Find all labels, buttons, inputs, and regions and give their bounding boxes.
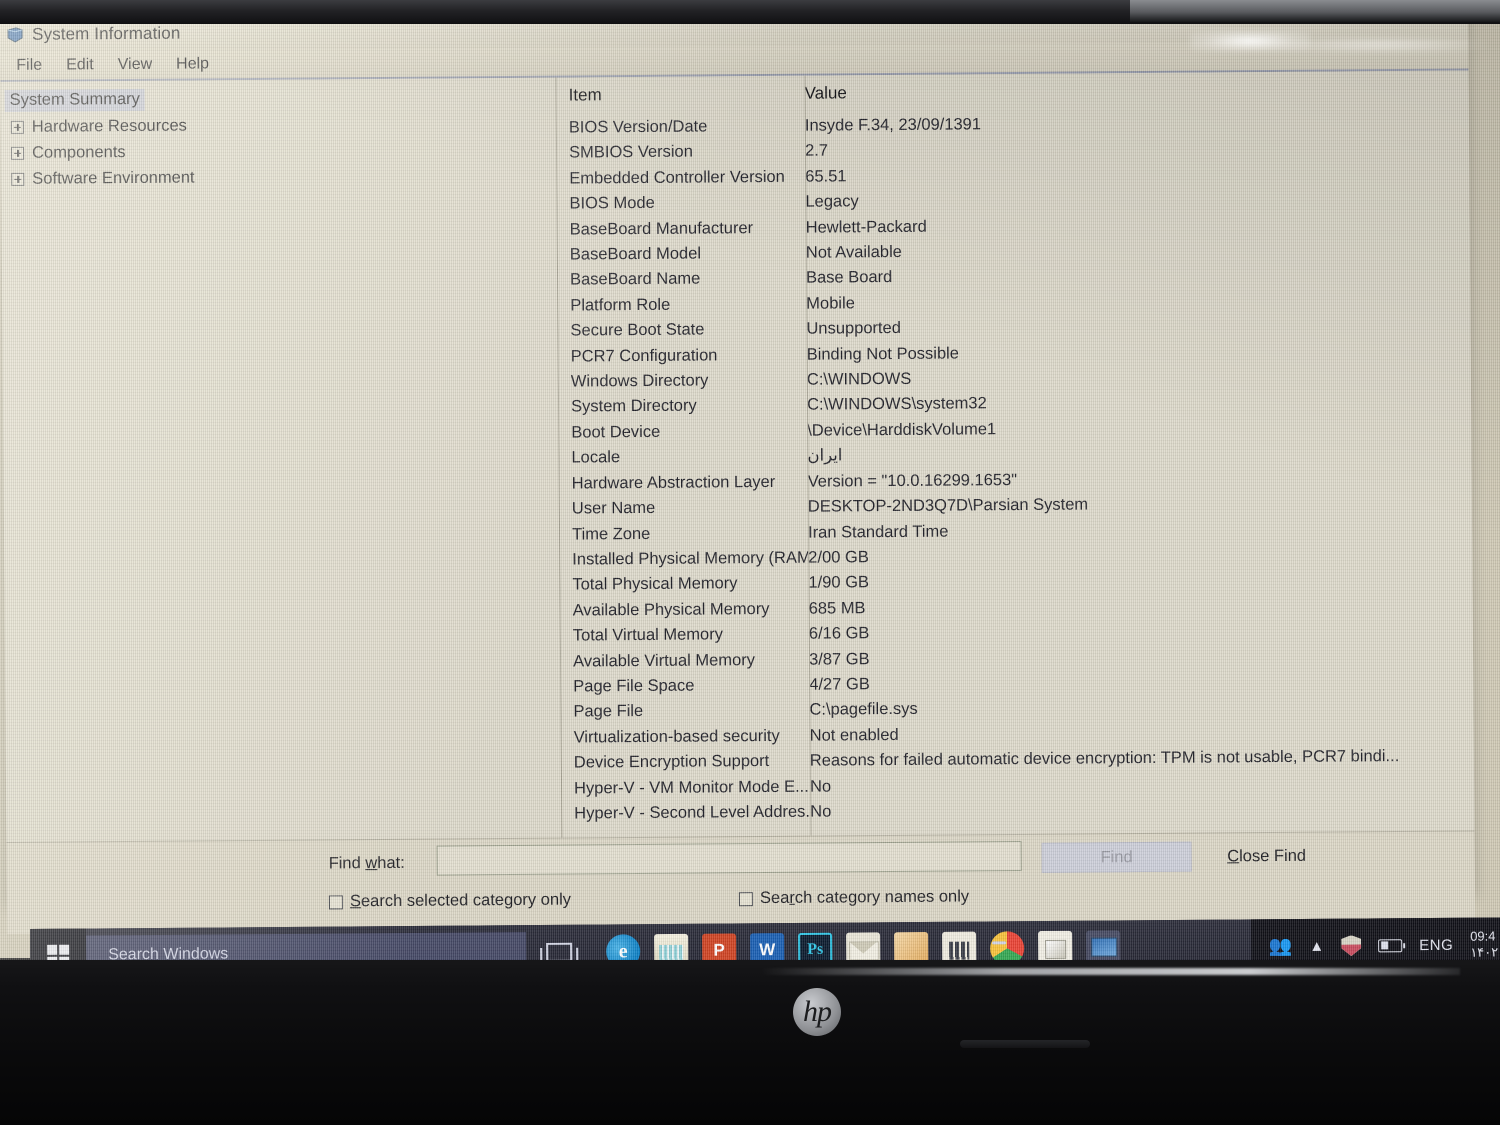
detail-grid[interactable]: Item Value BIOS Version/Date Insyde F.34,… [556, 70, 1475, 838]
expand-plus-icon[interactable] [10, 120, 24, 134]
grid-cell-value: No [810, 802, 832, 821]
mail-icon[interactable] [846, 932, 881, 960]
laptop-screen: System Information File Edit View Help S… [0, 24, 1500, 960]
grid-cell-item: Page File Space [573, 676, 695, 696]
column-header-value[interactable]: Value [805, 83, 847, 103]
system-information-icon [6, 26, 24, 44]
grid-cell-item: Time Zone [571, 524, 651, 544]
find-options: Search selected category only Search cat… [328, 887, 970, 912]
grid-cell-item: Embedded Controller Version [569, 167, 785, 188]
window-body: System Summary Hardware Resources Compon… [0, 70, 1475, 842]
find-what-label: Find what: [328, 853, 405, 873]
start-button[interactable] [30, 928, 87, 960]
grid-cell-item: BIOS Mode [569, 194, 655, 213]
task-view-button[interactable] [526, 925, 592, 960]
grid-cell-item: Total Physical Memory [572, 574, 738, 594]
menu-help[interactable]: Help [166, 52, 219, 76]
find-button[interactable]: Find [1041, 841, 1192, 873]
menu-file[interactable]: File [6, 54, 52, 78]
tree-item-label: Software Environment [32, 167, 195, 188]
system-information-window: System Information File Edit View Help S… [0, 24, 1476, 934]
grid-cell-item: Installed Physical Memory (RAM) [572, 548, 809, 569]
grid-cell-item: Available Physical Memory [572, 599, 770, 620]
grid-cell-item: System Directory [571, 397, 697, 416]
find-input[interactable] [436, 841, 1022, 876]
checkbox-box[interactable] [328, 894, 344, 909]
menu-edit[interactable]: Edit [56, 53, 104, 77]
column-header-item[interactable]: Item [569, 84, 805, 106]
bezel-sheen [760, 968, 1460, 975]
checkbox-search-selected-category[interactable]: Search selected category only [328, 890, 572, 912]
chevron-up-icon[interactable]: ▲ [1309, 937, 1324, 954]
clock[interactable]: 09:4 ۱۴۰۲ [1470, 928, 1500, 960]
search-input[interactable]: Search Windows [86, 932, 527, 960]
print-3d-icon[interactable] [1038, 930, 1073, 960]
task-view-icon [546, 942, 573, 960]
checkbox-label: Search selected category only [349, 890, 572, 911]
checkbox-search-category-names[interactable]: Search category names only [738, 887, 970, 908]
chrome-icon[interactable] [990, 931, 1025, 960]
tree-item-label: System Summary [4, 88, 145, 112]
grid-cell-item: User Name [571, 498, 656, 518]
taskbar-app-icons: e P W Ps [606, 930, 1121, 960]
close-find-button[interactable]: Close Find [1192, 840, 1342, 871]
tree-item-software-environment[interactable]: Software Environment [1, 162, 556, 192]
hp-logo: hp [793, 988, 841, 1036]
bezel-highlight [1130, 0, 1500, 22]
grid-cell-item: Hyper-V - Second Level Addres... [574, 802, 811, 823]
grid-cell-item: Platform Role [570, 295, 671, 315]
photoshop-icon[interactable]: Ps [798, 932, 833, 960]
grid-cell-item: BaseBoard Name [570, 269, 701, 289]
grid-cell-item: Windows Directory [570, 371, 709, 391]
clock-time: 09:4 [1470, 928, 1496, 944]
search-placeholder: Search Windows [108, 945, 229, 960]
grid-cell-item: Total Virtual Memory [572, 625, 724, 645]
checkbox-box[interactable] [738, 891, 754, 906]
expand-plus-icon[interactable] [11, 146, 25, 160]
battery-icon[interactable] [1378, 938, 1403, 952]
powerpoint-icon[interactable]: P [702, 933, 737, 960]
grid-cell-item: Secure Boot State [570, 320, 705, 340]
windows-logo-icon [47, 944, 70, 960]
laptop-bezel-top [0, 0, 1500, 26]
expand-plus-icon[interactable] [11, 172, 25, 186]
grid-cell-item: Page File [573, 702, 644, 721]
checkbox-label: Search category names only [759, 887, 970, 908]
file-explorer-icon[interactable] [654, 933, 689, 960]
grid-cell-item: Boot Device [571, 422, 661, 442]
menu-view[interactable]: View [108, 53, 163, 77]
grid-cell-item: Hyper-V - VM Monitor Mode E... [573, 777, 809, 798]
grid-cell-item: Available Virtual Memory [572, 650, 756, 671]
word-icon[interactable]: W [750, 933, 785, 960]
tree-item-label: Components [31, 142, 126, 162]
category-tree[interactable]: System Summary Hardware Resources Compon… [0, 77, 563, 842]
people-icon[interactable]: 👥 [1269, 934, 1293, 958]
grid-cell-item: Hardware Abstraction Layer [571, 472, 776, 493]
language-indicator[interactable]: ENG [1419, 936, 1453, 953]
tree-item-label: Hardware Resources [31, 116, 187, 136]
photos-icon[interactable] [894, 931, 929, 960]
grid-cell-item: BaseBoard Manufacturer [569, 218, 754, 239]
grid-cell-item: BaseBoard Model [569, 244, 702, 264]
laptop-bezel-bottom [0, 958, 1500, 1125]
laptop-photo: System Information File Edit View Help S… [0, 0, 1500, 1125]
microsoft-store-icon[interactable] [942, 931, 977, 960]
grid-cell-item: Device Encryption Support [573, 752, 770, 772]
system-information-taskbar-icon[interactable] [1086, 930, 1121, 960]
grid-cell-item: Virtualization-based security [573, 726, 780, 747]
window-title: System Information [32, 24, 181, 44]
bezel-latch [960, 1040, 1090, 1048]
grid-cell-item: PCR7 Configuration [570, 346, 718, 366]
security-shield-icon[interactable] [1341, 935, 1361, 956]
grid-cell-item: Locale [571, 448, 621, 467]
grid-rows: BIOS Version/Date Insyde F.34, 23/09/1391… [557, 108, 1475, 827]
grid-cell-item: BIOS Version/Date [568, 117, 708, 137]
grid-cell-item: SMBIOS Version [569, 142, 693, 162]
clock-date: ۱۴۰۲ [1470, 944, 1499, 960]
edge-icon[interactable]: e [606, 934, 641, 960]
system-tray: 👥 ▲ ENG 09:4 ۱۴۰۲ [1250, 917, 1500, 960]
